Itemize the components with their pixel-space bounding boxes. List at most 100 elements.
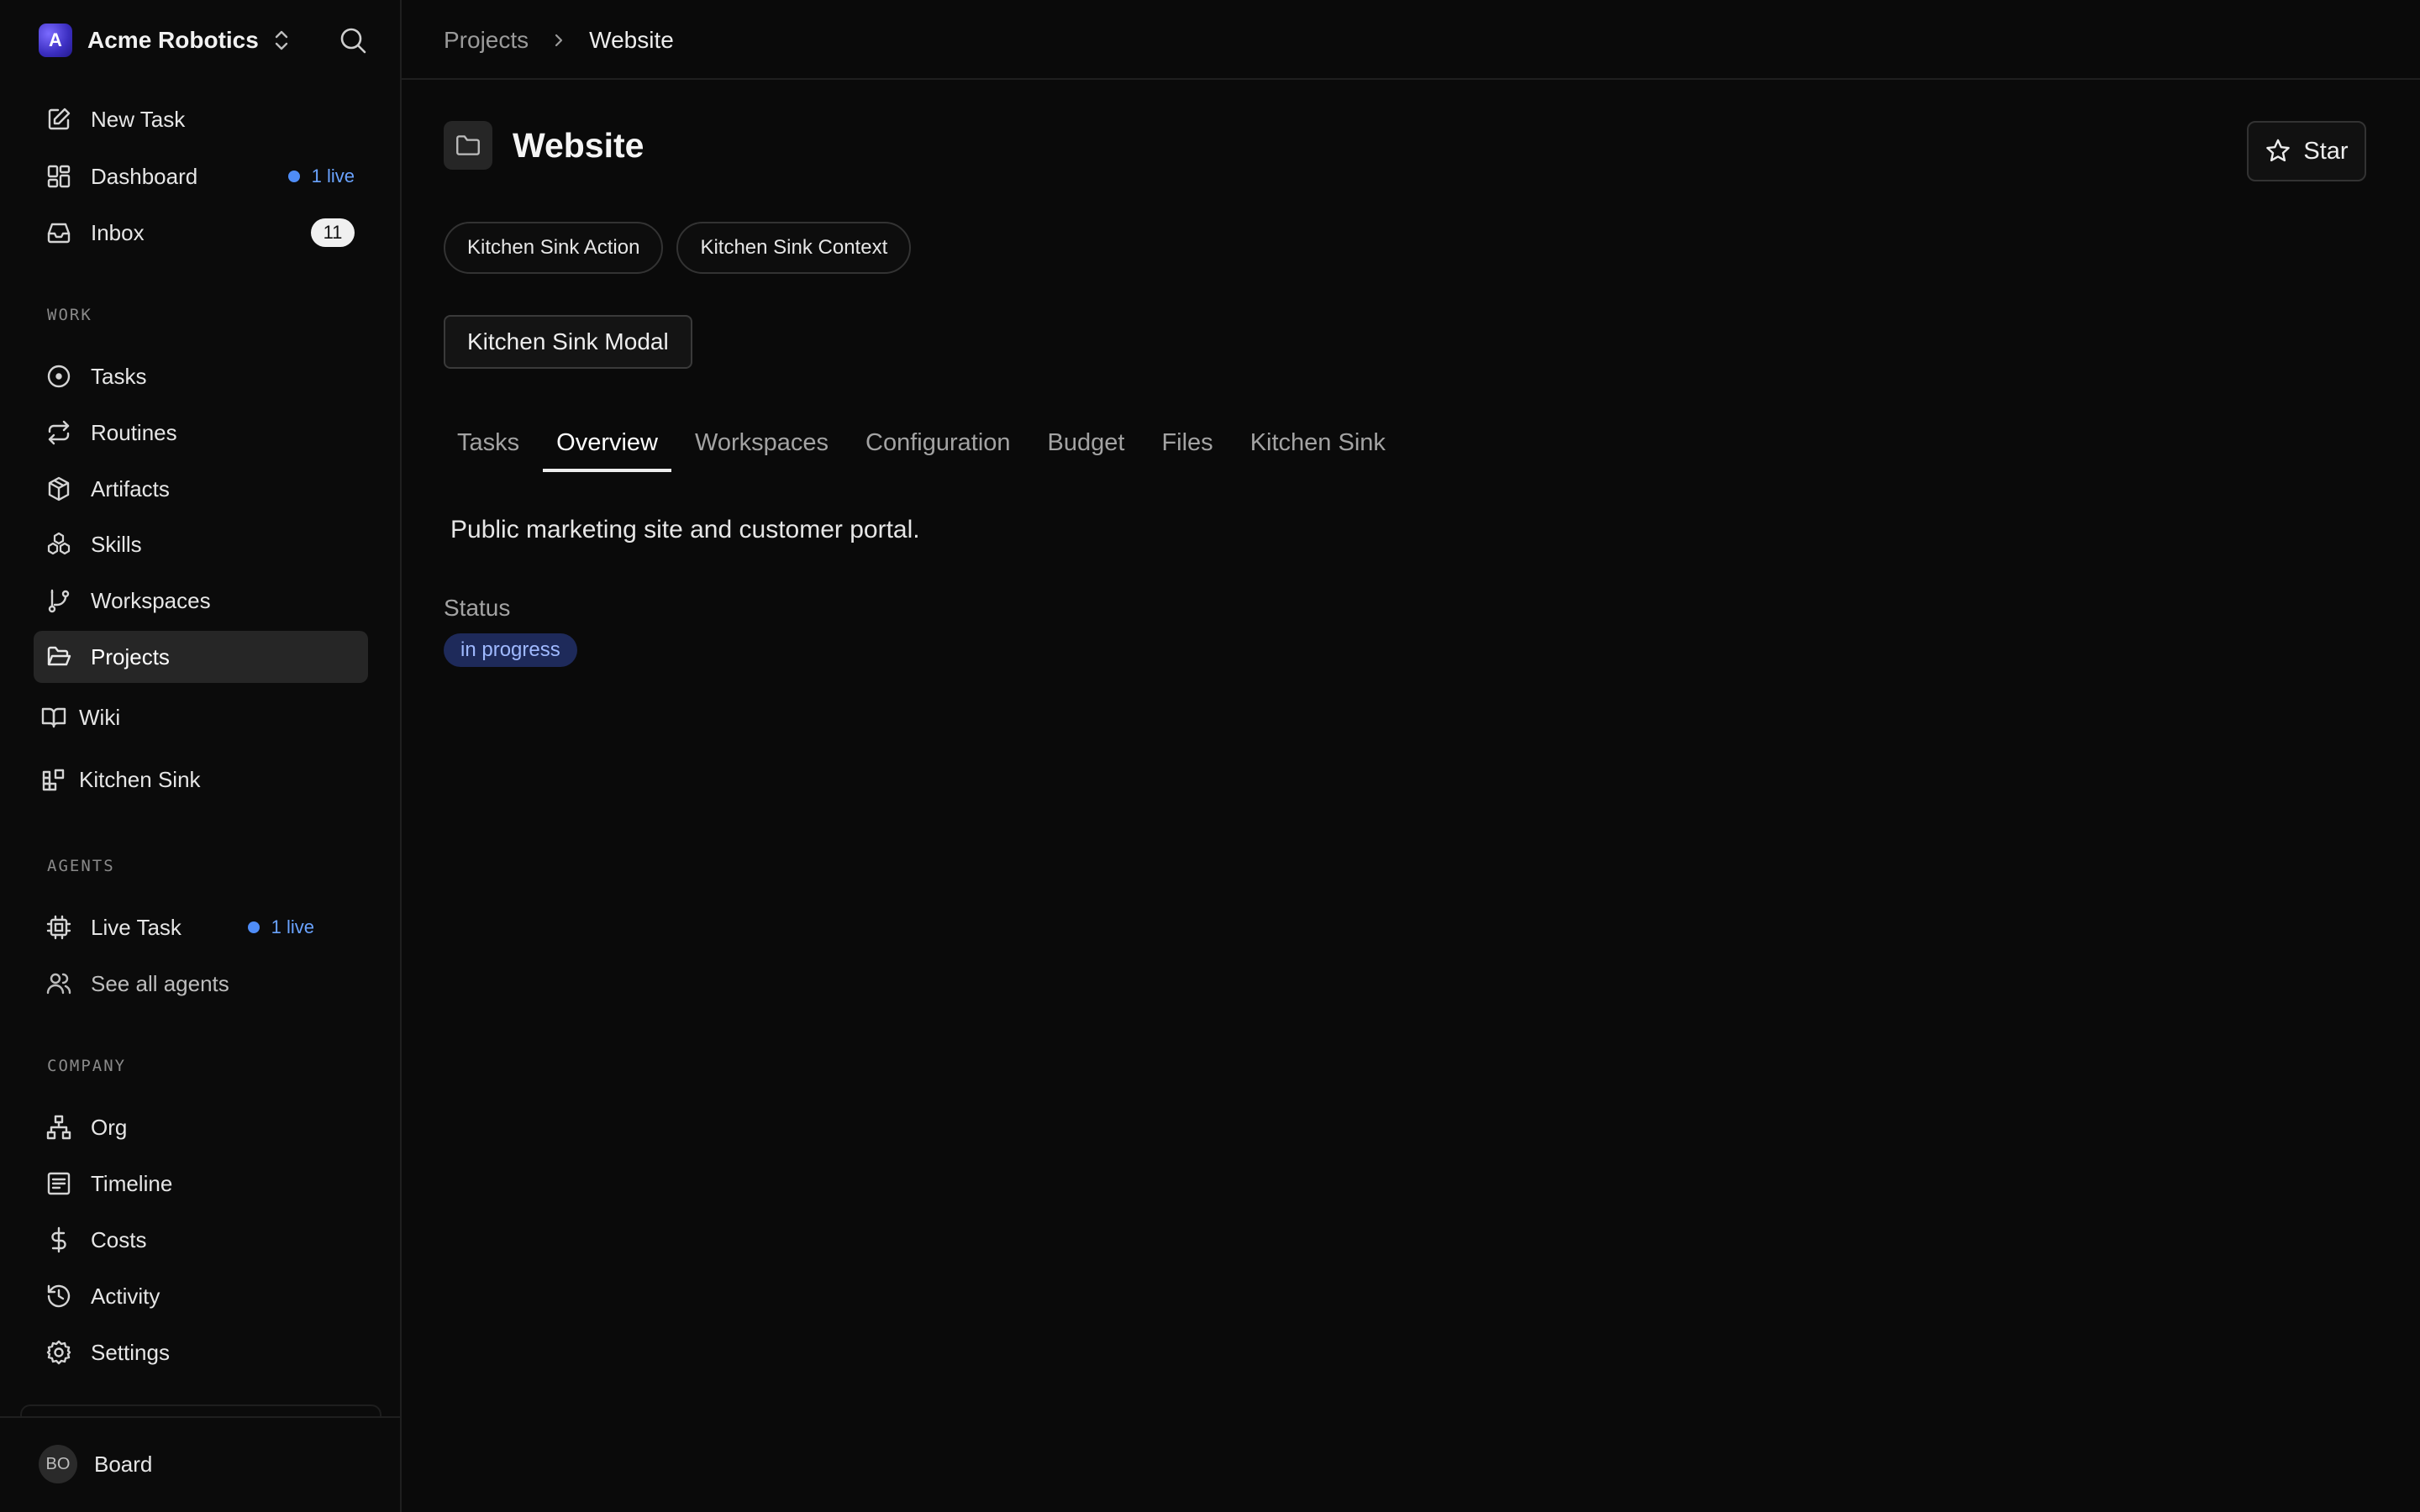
user-name: Board xyxy=(94,1451,153,1477)
package-icon xyxy=(48,476,70,501)
avatar: BO xyxy=(39,1445,77,1483)
sidebar-item-label: Skills xyxy=(91,531,142,557)
tab-tasks[interactable]: Tasks xyxy=(444,413,533,472)
cpu-icon xyxy=(46,915,71,940)
blocks-icon xyxy=(42,769,65,791)
sidebar-item-org[interactable]: Org xyxy=(34,1101,368,1153)
sidebar-item-label: Kitchen Sink xyxy=(79,766,201,792)
sidebar-item-routines[interactable]: Routines xyxy=(34,407,368,459)
section-label-company: COMPANY xyxy=(47,1057,127,1075)
tab-workspaces[interactable]: Workspaces xyxy=(681,413,842,472)
sidebar-item-settings[interactable]: Settings xyxy=(34,1326,368,1378)
page-title: Website xyxy=(513,125,644,165)
boxes-icon xyxy=(47,532,71,555)
dashboard-grid-icon xyxy=(47,165,71,188)
folder-open-icon xyxy=(47,646,71,666)
sidebar-item-skills[interactable]: Skills xyxy=(34,518,368,570)
project-tabs: Tasks Overview Workspaces Configuration … xyxy=(444,413,1409,472)
sidebar-item-label: Inbox xyxy=(91,219,145,245)
project-description: Public marketing site and customer porta… xyxy=(450,516,920,543)
inbox-count-badge: 11 xyxy=(311,218,355,247)
pencil-square-icon xyxy=(48,108,71,130)
project-header: Website xyxy=(444,121,644,170)
kitchen-sink-modal-button[interactable]: Kitchen Sink Modal xyxy=(444,315,692,369)
sidebar-item-label: Activity xyxy=(91,1283,160,1309)
sidebar-item-label: Live Task xyxy=(91,914,182,940)
tab-budget[interactable]: Budget xyxy=(1034,413,1139,472)
tab-files[interactable]: Files xyxy=(1148,413,1226,472)
sidebar-item-label: Projects xyxy=(91,643,170,669)
section-label-agents: AGENTS xyxy=(47,857,115,875)
chevron-right-icon xyxy=(555,34,563,47)
star-icon xyxy=(2266,139,2291,162)
git-branch-icon xyxy=(48,589,70,613)
company-logo: A xyxy=(39,24,72,57)
topbar: Projects Website xyxy=(402,0,2420,80)
gear-icon xyxy=(46,1340,71,1365)
sidebar-item-see-all-agents[interactable]: See all agents xyxy=(34,958,368,1010)
project-folder-badge xyxy=(444,121,492,170)
breadcrumb-current: Website xyxy=(589,27,674,53)
app-root: A Acme Robotics New Task Dashboard 1 liv… xyxy=(0,0,2420,1512)
main-content: Projects Website Website Star Kitchen Si… xyxy=(402,0,2420,1512)
sidebar-item-label: Settings xyxy=(91,1339,170,1365)
sidebar-item-label: Routines xyxy=(91,419,177,445)
star-button[interactable]: Star xyxy=(2247,121,2366,181)
sidebar-item-workspaces[interactable]: Workspaces xyxy=(34,575,368,627)
live-indicator: 1 live xyxy=(287,165,355,187)
sidebar-item-kitchen-sink[interactable]: Kitchen Sink xyxy=(29,753,363,806)
sidebar-item-label: Timeline xyxy=(91,1170,173,1196)
book-open-icon xyxy=(41,707,66,728)
live-label: 1 live xyxy=(311,165,355,186)
sidebar-item-artifacts[interactable]: Artifacts xyxy=(34,463,368,515)
live-indicator: 1 live xyxy=(247,916,314,938)
sidebar-item-label: Artifacts xyxy=(91,475,170,501)
search-icon[interactable] xyxy=(338,25,368,55)
status-label: Status xyxy=(444,595,511,621)
repeat-icon xyxy=(48,420,70,445)
live-dot xyxy=(247,921,260,933)
sidebar: A Acme Robotics New Task Dashboard 1 liv… xyxy=(0,0,402,1512)
sidebar-item-label: Costs xyxy=(91,1226,147,1252)
section-label-work: WORK xyxy=(47,306,92,324)
live-label: 1 live xyxy=(271,916,314,937)
sidebar-item-label: Workspaces xyxy=(91,587,211,613)
user-menu[interactable]: BO Board xyxy=(39,1445,152,1483)
sidebar-item-projects[interactable]: Projects xyxy=(34,631,368,683)
sidebar-item-label: Dashboard xyxy=(91,163,198,189)
sidebar-item-dashboard[interactable]: Dashboard 1 live xyxy=(34,150,368,202)
network-icon xyxy=(46,1115,71,1140)
users-icon xyxy=(46,973,71,995)
sidebar-item-activity[interactable]: Activity xyxy=(34,1270,368,1322)
breadcrumb-projects-link[interactable]: Projects xyxy=(444,27,529,54)
sidebar-item-timeline[interactable]: Timeline xyxy=(34,1158,368,1210)
kitchen-sink-context-button[interactable]: Kitchen Sink Context xyxy=(676,222,912,274)
sidebar-item-label: New Task xyxy=(91,106,186,132)
inbox-icon xyxy=(47,223,71,244)
company-name: Acme Robotics xyxy=(87,27,259,53)
chevron-up-down-icon xyxy=(275,30,288,50)
folder-icon xyxy=(456,135,480,155)
tab-kitchen-sink[interactable]: Kitchen Sink xyxy=(1237,413,1399,472)
sidebar-item-wiki[interactable]: Wiki xyxy=(29,691,363,743)
company-switcher[interactable]: A Acme Robotics xyxy=(39,23,291,58)
tab-overview[interactable]: Overview xyxy=(543,413,671,472)
sidebar-item-new-task[interactable]: New Task xyxy=(34,93,368,145)
list-document-icon xyxy=(47,1172,71,1195)
status-badge: in progress xyxy=(444,633,577,667)
sidebar-item-label: Wiki xyxy=(79,704,121,730)
sidebar-item-inbox[interactable]: Inbox 11 xyxy=(34,207,368,259)
sidebar-item-label: See all agents xyxy=(91,970,229,996)
action-pills: Kitchen Sink Action Kitchen Sink Context xyxy=(444,222,912,274)
sidebar-item-label: Tasks xyxy=(91,363,147,389)
sidebar-item-live-task[interactable]: Live Task 1 live xyxy=(34,901,368,953)
breadcrumb: Projects Website xyxy=(444,27,674,54)
sidebar-item-costs[interactable]: Costs xyxy=(34,1214,368,1266)
star-button-label: Star xyxy=(2303,137,2349,165)
circle-dot-icon xyxy=(47,365,71,388)
sidebar-item-label: Org xyxy=(91,1114,128,1140)
sidebar-item-tasks[interactable]: Tasks xyxy=(34,350,368,402)
tab-configuration[interactable]: Configuration xyxy=(852,413,1024,472)
live-dot xyxy=(287,171,300,182)
kitchen-sink-action-button[interactable]: Kitchen Sink Action xyxy=(444,222,664,274)
